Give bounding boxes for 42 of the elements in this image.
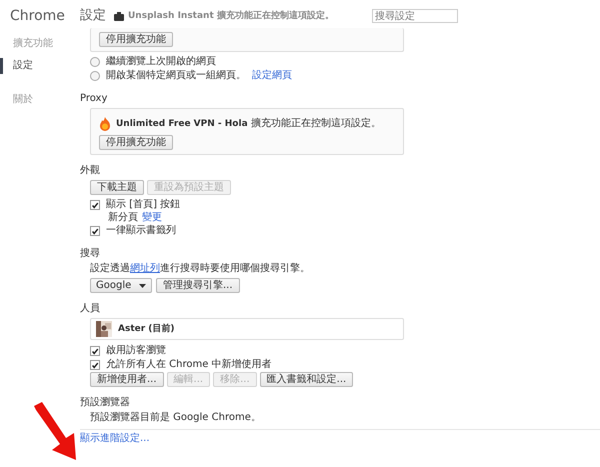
section-heading: 預設瀏覽器 bbox=[80, 397, 131, 409]
change-link[interactable]: 變更 bbox=[142, 212, 162, 224]
button[interactable]: 新增使用者... bbox=[90, 372, 164, 387]
search-field[interactable]: 搜尋設定 bbox=[372, 9, 458, 23]
section-heading: 人員 bbox=[80, 303, 101, 315]
button[interactable]: 匯入書籤和設定... bbox=[260, 372, 354, 387]
checkbox[interactable] bbox=[90, 226, 100, 236]
set-pages-link[interactable]: 設定網頁 bbox=[252, 70, 292, 82]
button[interactable]: 下載主題 bbox=[90, 180, 144, 195]
page-title: 設定 bbox=[80, 10, 106, 22]
search-engine-dropdown[interactable]: Google bbox=[90, 278, 152, 293]
flame-icon bbox=[99, 117, 111, 131]
option-label: 開啟某個特定網頁或一組網頁。 bbox=[106, 70, 246, 82]
sidebar-item[interactable]: 設定 bbox=[0, 58, 33, 74]
disable-extension-button[interactable]: 停用擴充功能 bbox=[99, 32, 173, 47]
show-advanced-settings-link[interactable]: 顯示進階設定... bbox=[80, 433, 150, 444]
camera-icon bbox=[114, 12, 124, 20]
home-page-label: 新分頁 bbox=[108, 212, 138, 224]
option-label: 一律顯示書籤列 bbox=[106, 225, 176, 237]
address-bar-link[interactable]: 網址列 bbox=[130, 263, 160, 274]
radio-button[interactable] bbox=[90, 57, 100, 67]
checkbox[interactable] bbox=[90, 360, 100, 370]
sidebar-title: Chrome bbox=[9, 10, 65, 22]
option-label: 允許所有人在 Chrome 中新增使用者 bbox=[106, 359, 272, 371]
caret-icon bbox=[139, 284, 146, 288]
section-heading: Proxy bbox=[80, 93, 108, 105]
checkbox[interactable] bbox=[90, 346, 100, 356]
checkbox[interactable] bbox=[90, 200, 100, 210]
section-heading: 搜尋 bbox=[80, 248, 101, 260]
option-label: 啟用訪客瀏覽 bbox=[106, 345, 166, 357]
disable-extension-button[interactable]: 停用擴充功能 bbox=[99, 135, 173, 150]
default-browser-text: 預設瀏覽器目前是 Google Chrome。 bbox=[90, 412, 262, 424]
search-description: 設定透過網址列進行搜尋時要使用哪個搜尋引擎。 bbox=[90, 263, 311, 275]
extension-notice: Unsplash Instant 擴充功能正在控制這項設定。 bbox=[128, 10, 334, 22]
radio-button[interactable] bbox=[90, 71, 100, 81]
profile-name: Aster (目前) bbox=[118, 323, 175, 335]
manage-search-engines-button[interactable]: 管理搜尋引擎... bbox=[156, 278, 240, 293]
option-label: 顯示 [首頁] 按鈕 bbox=[106, 199, 180, 211]
section-heading: 外觀 bbox=[80, 165, 101, 177]
proxy-notice: Unlimited Free VPN - Hola 擴充功能正在控制這項設定。 bbox=[116, 118, 381, 130]
option-label: 繼續瀏覽上次開啟的網頁 bbox=[106, 56, 216, 68]
profile-item[interactable]: Aster (目前) bbox=[90, 318, 404, 340]
